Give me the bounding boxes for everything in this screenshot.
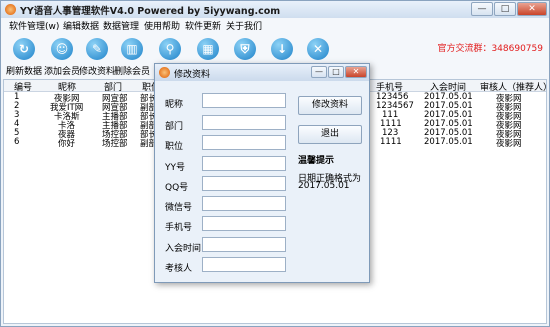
cell-join-date: 2017.05.01 (424, 137, 473, 147)
delete-member-label: 删除会员 (113, 67, 150, 77)
auditor-label: 考核人 (165, 264, 193, 274)
maximize-button[interactable]: □ (494, 2, 516, 16)
nickname-label: 昵称 (165, 100, 184, 110)
trash-icon: ▥ (121, 38, 143, 60)
menu-about[interactable]: 关于我们 (226, 19, 262, 32)
dialog-logo-icon (159, 67, 170, 78)
qq-number-input[interactable] (202, 176, 286, 191)
phone-label: 手机号 (165, 223, 193, 233)
cell-id: 6 (14, 137, 20, 147)
menu-edit-data[interactable]: 编辑数据 (63, 19, 99, 32)
main-window: YY语音人事管理软件V4.0 Powered by 5iyywang.com —… (0, 0, 550, 327)
download-icon: ↓ (271, 38, 293, 60)
minimize-button[interactable]: — (471, 2, 493, 16)
exit-dialog-button[interactable]: 退出 (298, 125, 362, 144)
app-logo-icon (5, 4, 16, 15)
cell-auditor: 夜影网 (496, 139, 522, 149)
refresh-icon: ↻ (13, 38, 35, 60)
refresh-data-button[interactable]: ↻ 刷新数据 (6, 32, 42, 78)
hint-example: 2017.05.01 (298, 181, 350, 191)
hint-title: 温馨提示 (298, 156, 335, 166)
delete-member-button[interactable]: ▥ 删除会员 (114, 32, 150, 78)
grid-icon: ▦ (197, 38, 219, 60)
qq-number-label: QQ号 (165, 183, 189, 193)
menu-help[interactable]: 使用帮助 (144, 19, 180, 32)
nickname-input[interactable] (202, 93, 286, 108)
save-profile-button[interactable]: 修改资料 (298, 96, 362, 115)
dialog-close-button[interactable]: ✕ (345, 66, 367, 78)
position-label: 职位 (165, 142, 184, 152)
wechat-input[interactable] (202, 196, 286, 211)
dialog-minimize-button[interactable]: — (311, 66, 327, 78)
position-input[interactable] (202, 135, 286, 150)
yy-number-label: YY号 (165, 163, 185, 173)
window-title: YY语音人事管理软件V4.0 Powered by 5iyywang.com (20, 6, 281, 17)
edit-icon: ✎ (86, 38, 108, 60)
title-bar: YY语音人事管理软件V4.0 Powered by 5iyywang.com —… (1, 1, 549, 18)
cell-phone: 1111 (380, 137, 402, 147)
department-input[interactable] (202, 115, 286, 130)
menu-software-manage[interactable]: 软件管理(w) (9, 19, 59, 32)
wechat-label: 微信号 (165, 203, 193, 213)
dialog-title-bar[interactable]: 修改资料 — □ ✕ (155, 64, 369, 81)
shield-icon: ⛨ (234, 38, 256, 60)
qq-group-text: 官方交流群：348690759 (437, 44, 543, 54)
join-date-input[interactable] (202, 237, 286, 252)
edit-profile-dialog: 修改资料 — □ ✕ 昵称 部门 职位 YY号 QQ号 微信号 手机号 入会时间… (154, 63, 370, 283)
menu-bar: 软件管理(w) 编辑数据 数据管理 使用帮助 软件更新 关于我们 (1, 18, 549, 33)
close-icon: ✕ (307, 38, 329, 60)
dialog-title: 修改资料 (174, 70, 211, 80)
close-button[interactable]: ✕ (517, 2, 547, 16)
user-add-icon: ☺ (51, 38, 73, 60)
menu-update[interactable]: 软件更新 (185, 19, 221, 32)
auditor-input[interactable] (202, 257, 286, 272)
join-date-label: 入会时间 (165, 244, 202, 254)
menu-data-manage[interactable]: 数据管理 (103, 19, 139, 32)
dialog-maximize-button[interactable]: □ (328, 66, 344, 78)
yy-number-input[interactable] (202, 156, 286, 171)
cell-nickname: 你好 (58, 139, 76, 149)
phone-input[interactable] (202, 216, 286, 231)
department-label: 部门 (165, 122, 184, 132)
search-icon: ⚲ (159, 38, 181, 60)
cell-department: 场控部 (102, 139, 128, 149)
